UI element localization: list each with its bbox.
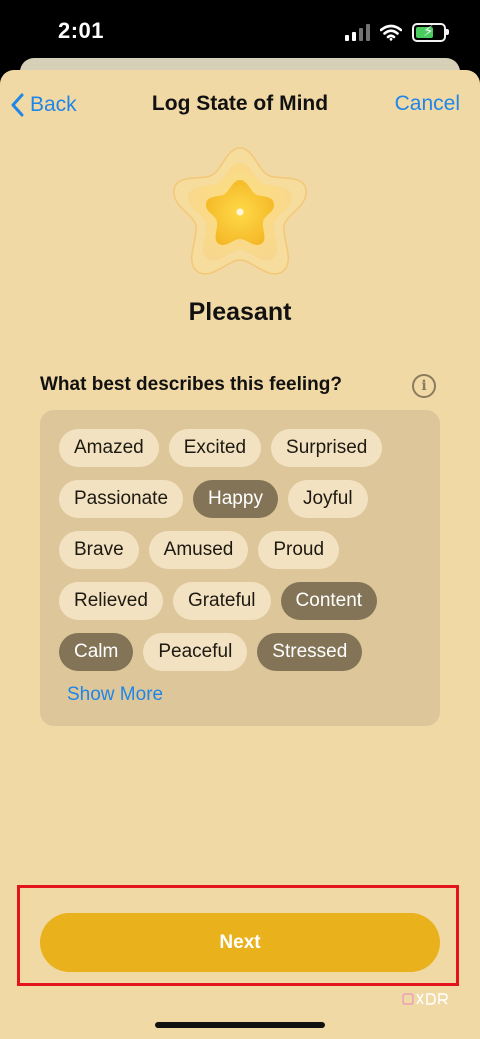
nav-bar: Back Log State of Mind Cancel — [0, 70, 480, 140]
feeling-tags: Amazed Excited Surprised Passionate Happ… — [59, 429, 429, 671]
wifi-icon — [380, 24, 402, 41]
tag-proud[interactable]: Proud — [258, 531, 340, 569]
status-bar: 2:01 ⚡ — [0, 0, 480, 60]
tag-passionate[interactable]: Passionate — [59, 480, 184, 518]
tag-calm[interactable]: Calm — [59, 633, 134, 671]
info-icon[interactable]: i — [412, 374, 436, 398]
screen: 2:01 ⚡ Back Log State of Mind Cancel Ple… — [0, 0, 480, 1039]
battery-charging-icon: ⚡ — [412, 22, 449, 42]
feeling-tags-panel: Amazed Excited Surprised Passionate Happ… — [40, 410, 440, 726]
tag-content[interactable]: Content — [280, 582, 378, 620]
tag-stressed[interactable]: Stressed — [257, 633, 363, 671]
tag-grateful[interactable]: Grateful — [172, 582, 271, 620]
tag-amazed[interactable]: Amazed — [59, 429, 159, 467]
cancel-button[interactable]: Cancel — [395, 92, 460, 116]
tag-amused[interactable]: Amused — [148, 531, 249, 569]
next-button[interactable]: Next — [40, 913, 440, 972]
home-indicator — [155, 1022, 325, 1028]
watermark-logo — [402, 993, 448, 1005]
feeling-question: What best describes this feeling? — [40, 374, 342, 395]
tag-peaceful[interactable]: Peaceful — [143, 633, 248, 671]
status-time: 2:01 — [58, 18, 105, 43]
tag-relieved[interactable]: Relieved — [59, 582, 163, 620]
tag-brave[interactable]: Brave — [59, 531, 139, 569]
mood-label: Pleasant — [188, 298, 292, 326]
tag-happy[interactable]: Happy — [193, 480, 278, 518]
tag-excited[interactable]: Excited — [168, 429, 262, 467]
flower-mood-icon — [173, 147, 307, 275]
signal-icon — [345, 23, 370, 41]
show-more-link[interactable]: Show More — [67, 684, 163, 706]
tag-surprised[interactable]: Surprised — [271, 429, 383, 467]
tag-joyful[interactable]: Joyful — [287, 480, 368, 518]
status-icons: ⚡ — [345, 20, 449, 44]
log-state-of-mind-sheet: Back Log State of Mind Cancel Pleasant W… — [0, 70, 480, 1039]
